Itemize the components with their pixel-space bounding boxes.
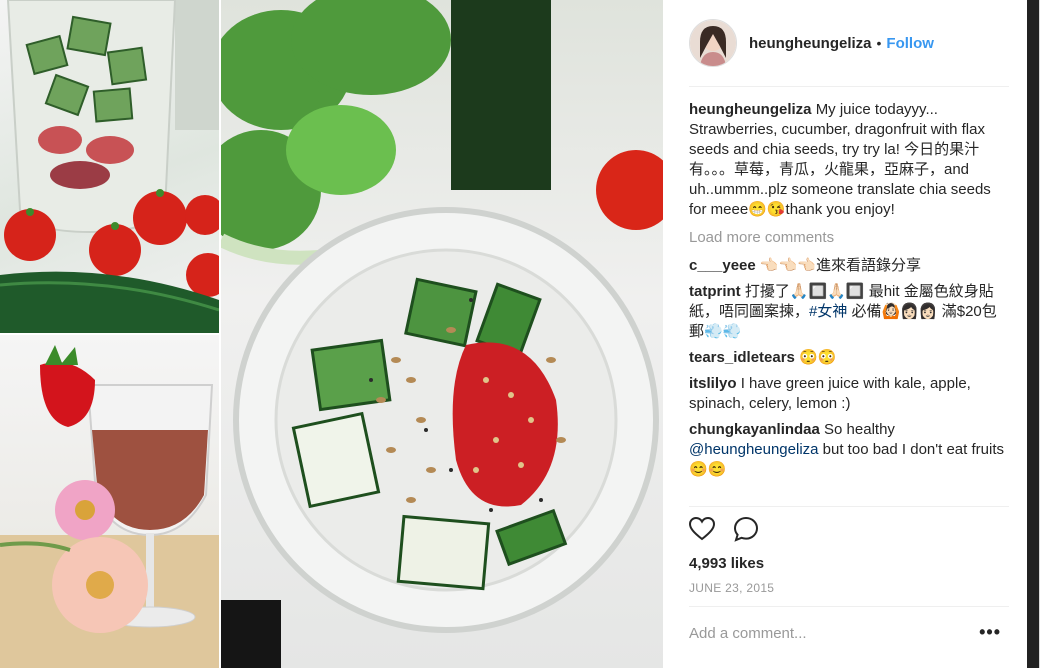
avatar[interactable]: [689, 19, 737, 67]
post-date: JUNE 23, 2015: [689, 581, 775, 595]
comment: c___yeee 👈🏻👈🏻👈🏻進來看語錄分享: [689, 256, 1011, 276]
comment-text: 😳😳: [799, 349, 837, 366]
load-more-comments-button[interactable]: Load more comments: [689, 228, 1011, 248]
post-photo-collage[interactable]: [0, 0, 663, 668]
comment-text: 👈🏻👈🏻👈🏻進來看語錄分享: [759, 257, 921, 274]
header-divider: [689, 86, 1009, 87]
username[interactable]: heungheungeliza: [749, 35, 872, 52]
add-comment-input[interactable]: Add a comment...: [689, 625, 807, 642]
photo-panel-cucumber-glass: [0, 0, 219, 333]
comment: tatprint 打擾了🙏🏻🔲🙏🏻🔲 最hit 金屬色紋身貼紙，唔同圖案揀，#女…: [689, 282, 1011, 342]
post-sidebar: heungheungeliza • Follow heungheungeliza…: [663, 0, 1040, 668]
hashtag-link[interactable]: #女神: [809, 303, 847, 320]
header-separator: •: [876, 35, 882, 51]
post-header: heungheungeliza • Follow: [689, 18, 1009, 68]
comment-divider: [689, 606, 1009, 607]
comment-text: So healthy: [824, 421, 895, 438]
comment: tears_idletears 😳😳: [689, 348, 1011, 368]
instagram-post: heungheungeliza • Follow heungheungeliza…: [0, 0, 1040, 668]
post-caption: heungheungeliza My juice todayyy... Stra…: [689, 100, 1011, 220]
comment-username[interactable]: tears_idletears: [689, 349, 795, 366]
follow-button[interactable]: Follow: [886, 35, 934, 52]
comment-username[interactable]: tatprint: [689, 283, 741, 300]
photo-panel-smoothie-glass: [0, 335, 219, 668]
photo-panel-blender-cup: [221, 0, 663, 668]
comment-icon[interactable]: [733, 516, 759, 547]
scrollbar[interactable]: [1027, 0, 1039, 668]
comment: chungkayanlindaa So healthy @heungheunge…: [689, 420, 1011, 480]
collage-divider-horizontal: [0, 333, 219, 335]
comment-username[interactable]: itslilyo: [689, 375, 737, 392]
collage-divider-vertical: [219, 0, 221, 668]
actions-divider: [689, 506, 1009, 507]
comment-username[interactable]: c___yeee: [689, 257, 756, 274]
caption-username[interactable]: heungheungeliza: [689, 101, 812, 118]
mention-link[interactable]: @heungheungeliza: [689, 441, 819, 458]
likes-count[interactable]: 4,993 likes: [689, 555, 764, 572]
comments-section: heungheungeliza My juice todayyy... Stra…: [689, 100, 1011, 486]
comment-username[interactable]: chungkayanlindaa: [689, 421, 820, 438]
heart-icon[interactable]: [688, 516, 716, 547]
post-actions: [688, 516, 759, 547]
comment: itslilyo I have green juice with kale, a…: [689, 374, 1011, 414]
caption-text: My juice todayyy... Strawberries, cucumb…: [689, 101, 991, 218]
more-options-icon[interactable]: •••: [979, 622, 1001, 643]
